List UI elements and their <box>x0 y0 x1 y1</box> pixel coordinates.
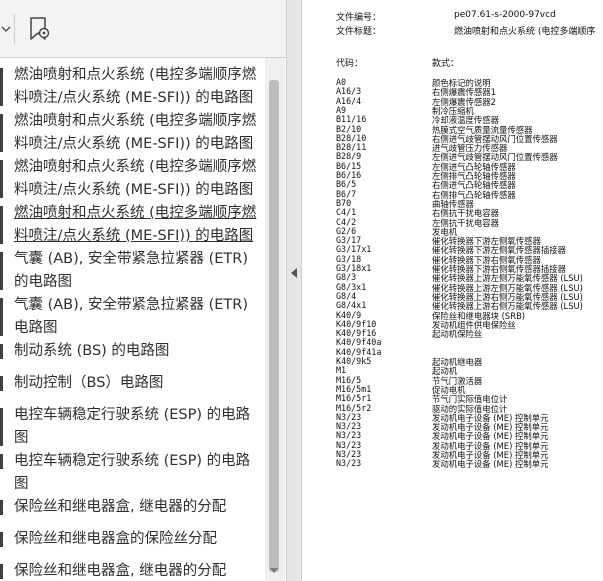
doc-title-label: 文件标题： <box>336 27 382 37</box>
bookmark-list: 燃油喷射和点火系统 (电控多端顺序燃料喷注/点火系统 (ME-SFI)) 的电路… <box>0 58 264 581</box>
bookmark-label: 燃油喷射和点火系统 (电控多端顺序燃料喷注/点火系统 (ME-SFI)) 的电路… <box>14 113 257 152</box>
legend-code: M1 <box>336 365 347 375</box>
toolbar-separator <box>14 14 15 44</box>
bookmark-item[interactable]: 电控车辆稳定行驶系统 (ESP) 的电路图 <box>0 450 264 492</box>
bookmark-label: 燃油喷射和点火系统 (电控多端顺序燃料喷注/点火系统 (ME-SFI)) 的电路… <box>14 67 257 106</box>
legend-code: A16/3 <box>336 86 362 96</box>
bookmark-item[interactable]: 保险丝和继电器盒的保险丝分配 <box>0 528 264 551</box>
bookmark-marker <box>0 114 3 152</box>
bookmark-marker <box>0 454 3 469</box>
bookmark-item[interactable]: 燃油喷射和点火系统 (电控多端顺序燃料喷注/点火系统 (ME-SFI)) 的电路… <box>0 110 264 156</box>
doc-title-value: 燃油喷射和点火系统 (电控多端顺序 <box>454 27 596 37</box>
legend-code: K40/9f40a <box>336 337 382 347</box>
legend-code: N3/23 <box>336 430 362 440</box>
bookmarks-scrollbar[interactable] <box>265 58 285 581</box>
bookmark-item[interactable]: 制动系统 (BS) 的电路图 <box>0 340 264 363</box>
bookmark-label: 燃油喷射和点火系统 (电控多端顺序燃料喷注/点火系统 (ME-SFI)) 的电路… <box>14 159 257 198</box>
document-page: 文件编号： pe07.61-s-2000-97vcd 文件标题： 燃油喷射和点火… <box>302 0 603 581</box>
bookmark-item[interactable]: 气囊 (AB), 安全带紧急拉紧器 (ETR) 的电路图 <box>0 248 264 294</box>
bookmark-marker <box>0 68 3 106</box>
bookmark-label: 燃油喷射和点火系统 (电控多端顺序燃料喷注/点火系统 (ME-SFI)) 的电路… <box>14 205 257 244</box>
chevron-down-icon[interactable] <box>1 24 11 34</box>
bookmark-marker <box>0 344 3 359</box>
legend-code: C4/1 <box>336 207 357 217</box>
bookmark-marker <box>0 408 3 446</box>
bookmark-marker <box>0 500 3 515</box>
bookmark-label: 制动系统 (BS) 的电路图 <box>14 343 170 359</box>
legend-code: N3/23 <box>336 458 362 468</box>
bookmark-item[interactable]: 保险丝和继电器盒, 继电器的分配 <box>0 560 264 581</box>
bookmark-item[interactable]: 燃油喷射和点火系统 (电控多端顺序燃料喷注/点火系统 (ME-SFI)) 的电路… <box>0 156 264 202</box>
legend-description: 发动机电子设备 (ME) 控制单元 <box>432 459 549 469</box>
bookmark-item[interactable]: 电控车辆稳定行驶系统 (ESP) 的电路图 <box>0 404 264 450</box>
doc-number-value: pe07.61-s-2000-97vcd <box>454 10 556 20</box>
legend-code: B28/9 <box>336 151 362 161</box>
legend-code: G8/3 <box>336 272 357 282</box>
bookmarks-toolbar <box>0 0 286 58</box>
bookmark-marker <box>0 532 3 547</box>
collapse-panel-arrow-icon[interactable] <box>291 268 297 278</box>
bookmark-label: 电控车辆稳定行驶系统 (ESP) 的电路图 <box>14 407 251 446</box>
legend-code: G8/4x1 <box>336 300 367 310</box>
bookmark-label: 保险丝和继电器盒, 继电器的分配 <box>14 499 227 515</box>
legend-code: B6/5 <box>336 179 357 189</box>
bookmark-item[interactable]: 气囊 (AB), 安全带紧急拉紧器 (ETR) 电路图 <box>0 294 264 340</box>
bookmark-item[interactable]: 保险丝和继电器盒, 继电器的分配 <box>0 496 264 519</box>
legend-code: B11/16 <box>336 114 367 124</box>
bookmark-marker <box>0 298 3 336</box>
code-column-header: 代码： <box>336 59 364 69</box>
bookmark-label: 电控车辆稳定行驶系统 (ESP) 的电路图 <box>14 453 251 492</box>
bookmarks-panel: 燃油喷射和点火系统 (电控多端顺序燃料喷注/点火系统 (ME-SFI)) 的电路… <box>0 0 286 581</box>
bookmark-item[interactable]: 燃油喷射和点火系统 (电控多端顺序燃料喷注/点火系统 (ME-SFI)) 的电路… <box>0 202 264 248</box>
bookmark-label: 气囊 (AB), 安全带紧急拉紧器 (ETR) 的电路图 <box>14 251 249 290</box>
bookmark-item[interactable]: 制动控制（BS）电路图 <box>0 372 264 395</box>
bookmark-marker <box>0 376 3 391</box>
bookmark-label: 保险丝和继电器盒的保险丝分配 <box>14 531 217 547</box>
desc-column-header: 款式： <box>432 59 460 69</box>
bookmark-label: 保险丝和继电器盒, 继电器的分配 <box>14 563 227 579</box>
bookmark-marker <box>0 160 3 198</box>
bookmark-settings-icon[interactable] <box>26 15 52 43</box>
bookmark-label: 制动控制（BS）电路图 <box>14 375 164 391</box>
bookmark-marker <box>0 206 3 244</box>
bookmark-marker <box>0 564 3 579</box>
bookmark-marker <box>0 252 3 290</box>
scrollbar-thumb[interactable] <box>269 80 279 572</box>
legend-description: 起动机保险丝 <box>432 329 483 339</box>
legend-code: M16/5r1 <box>336 393 372 403</box>
legend-code: G3/17x1 <box>336 244 372 254</box>
scroll-down-arrow-icon[interactable] <box>270 568 278 573</box>
bookmark-label: 气囊 (AB), 安全带紧急拉紧器 (ETR) 电路图 <box>14 297 249 336</box>
panel-splitter[interactable] <box>286 0 302 581</box>
doc-number-label: 文件编号： <box>336 13 382 23</box>
bookmark-item[interactable]: 燃油喷射和点火系统 (电控多端顺序燃料喷注/点火系统 (ME-SFI)) 的电路… <box>0 64 264 110</box>
